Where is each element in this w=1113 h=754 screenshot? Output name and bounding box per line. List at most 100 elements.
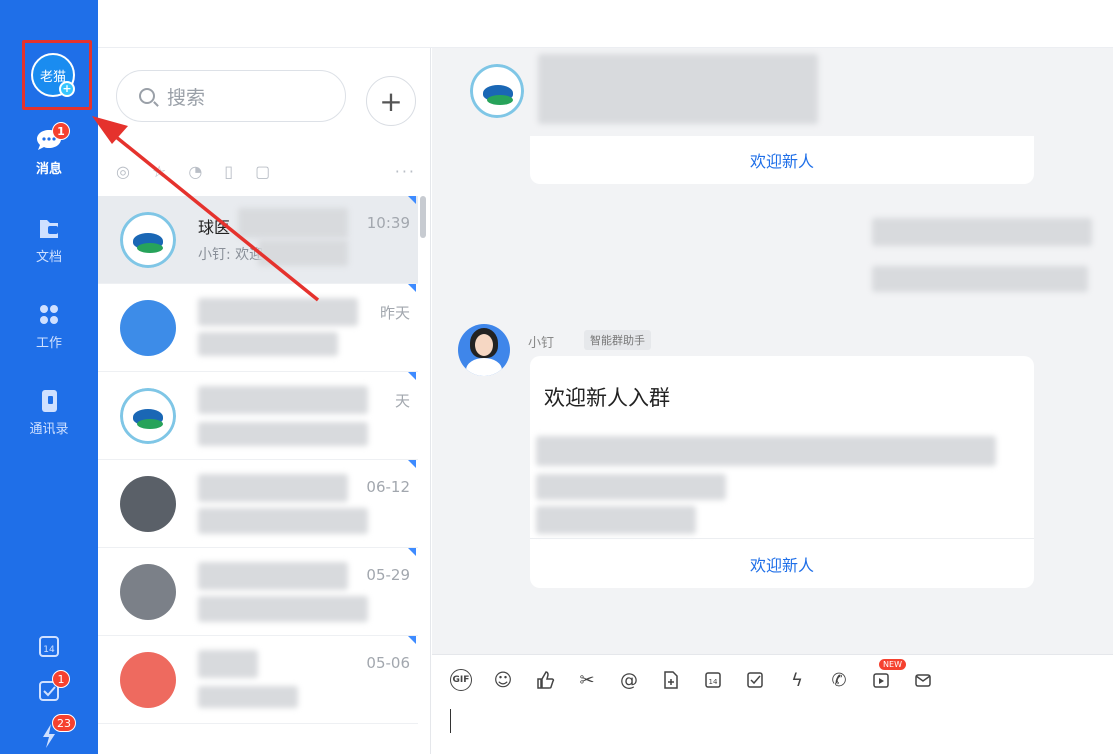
- conversation-time: 10:39: [366, 214, 410, 232]
- blur-mask: [198, 650, 258, 678]
- blur-mask: [238, 208, 348, 238]
- rail-todo[interactable]: 1: [0, 670, 98, 708]
- list-scrollbar[interactable]: [420, 196, 426, 238]
- blur-mask: [536, 474, 726, 500]
- card-title: 欢迎新人入群: [544, 386, 670, 410]
- conversation-avatar: [120, 564, 176, 620]
- lightning-icon[interactable]: ϟ: [784, 667, 810, 693]
- rail-calendar[interactable]: 14: [0, 634, 98, 664]
- blur-mask: [538, 54, 818, 124]
- gif-label: GIF: [450, 669, 472, 691]
- unread-corner-icon: [408, 460, 416, 468]
- conversation-item[interactable]: 05-29: [98, 548, 418, 636]
- welcome-button[interactable]: 欢迎新人: [750, 148, 814, 172]
- calendar-14-day: 14: [709, 678, 718, 686]
- file-filter-icon[interactable]: ▢: [255, 162, 270, 181]
- blur-mask: [258, 240, 348, 266]
- grid-apps-icon: [34, 302, 64, 328]
- rail-label: 消息: [35, 162, 62, 177]
- bot-avatar[interactable]: [458, 324, 510, 376]
- thumbs-up-icon[interactable]: [532, 667, 558, 693]
- conversation-avatar: [120, 300, 176, 356]
- top-bar: [98, 0, 1113, 48]
- at-filter-icon[interactable]: ◎: [116, 162, 130, 181]
- conversation-preview: 小钉: 欢迎: [198, 247, 264, 263]
- search-placeholder: 搜索: [167, 86, 206, 109]
- clock-filter-icon[interactable]: ◔: [188, 162, 202, 181]
- emoji-icon[interactable]: ☺: [490, 667, 516, 693]
- conversation-item[interactable]: 天: [98, 372, 418, 460]
- checkbox-icon[interactable]: [742, 667, 768, 693]
- rail-item-work[interactable]: 工作: [0, 302, 98, 351]
- blur-mask: [198, 332, 338, 356]
- message-composer: GIF ☺ ✂ @ 14 ϟ ✆ NEW: [432, 654, 1113, 754]
- calendar-day: 14: [43, 645, 55, 655]
- welcome-card-footer: 欢迎新人: [530, 538, 1034, 588]
- conversation-item[interactable]: 昨天: [98, 284, 418, 372]
- blur-mask: [198, 508, 368, 534]
- rail-item-docs[interactable]: 文档: [0, 216, 98, 265]
- conversation-time: 天: [394, 392, 410, 410]
- gif-icon[interactable]: GIF: [448, 667, 474, 693]
- welcome-button[interactable]: 欢迎新人: [750, 552, 814, 576]
- chat-bubble-icon: 1: [34, 122, 70, 154]
- todo-badge: 1: [52, 670, 70, 688]
- blur-mask: [198, 386, 368, 414]
- conversation-time: 05-29: [366, 566, 410, 584]
- blur-mask: [198, 298, 358, 326]
- blur-mask: [872, 218, 1092, 246]
- conversation-time: 昨天: [379, 304, 410, 322]
- welcome-card-top: 欢迎新人: [530, 136, 1034, 184]
- file-add-icon[interactable]: [658, 667, 684, 693]
- mail-icon[interactable]: [910, 667, 936, 693]
- conversation-time: 06-12: [366, 478, 410, 496]
- star-filter-icon[interactable]: ☆: [152, 162, 166, 181]
- my-avatar[interactable]: 老猫 +: [31, 53, 75, 97]
- phone-call-icon[interactable]: ✆: [826, 667, 852, 693]
- group-avatar: [470, 64, 524, 118]
- conversation-title: 球医: [198, 218, 231, 237]
- video-new-icon[interactable]: NEW: [868, 659, 906, 693]
- left-rail: 老猫 + 1 消息 文档 工作 通讯录 14 1 23: [0, 0, 98, 754]
- contacts-book-icon: [34, 388, 64, 414]
- blur-mask: [198, 596, 368, 622]
- text-input-caret[interactable]: [450, 709, 451, 733]
- more-icon[interactable]: ···: [395, 162, 416, 181]
- doc-filter-icon[interactable]: ▯: [224, 162, 233, 181]
- rail-item-messages[interactable]: 1 消息: [0, 122, 98, 177]
- composer-toolbar: GIF ☺ ✂ @ 14 ϟ ✆ NEW: [448, 659, 936, 693]
- search-box[interactable]: 搜索: [116, 70, 346, 122]
- blur-mask: [536, 506, 696, 534]
- group-avatar: [120, 212, 176, 268]
- blur-mask: [198, 474, 348, 502]
- highlight-box: 老猫 +: [22, 40, 92, 110]
- blur-mask: [872, 266, 1088, 292]
- unread-corner-icon: [408, 548, 416, 556]
- blur-mask: [536, 436, 996, 466]
- at-icon[interactable]: @: [616, 667, 642, 693]
- welcome-card: 欢迎新人入群 欢迎新人: [530, 356, 1034, 588]
- sender-tag: 智能群助手: [584, 330, 651, 350]
- create-button[interactable]: +: [366, 76, 416, 126]
- group-avatar: [120, 388, 176, 444]
- blur-mask: [198, 422, 368, 446]
- conversation-time: 05-06: [366, 654, 410, 672]
- ding-badge: 23: [52, 714, 76, 732]
- unread-corner-icon: [408, 636, 416, 644]
- unread-corner-icon: [408, 284, 416, 292]
- scissors-icon[interactable]: ✂: [574, 667, 600, 693]
- conversation-avatar: [120, 476, 176, 532]
- calendar-icon: 14: [34, 634, 64, 660]
- conversation-item[interactable]: 05-06: [98, 636, 418, 724]
- conversation-item[interactable]: 球医 小钉: 欢迎 10:39: [98, 196, 418, 284]
- add-status-icon: +: [59, 81, 75, 97]
- conversation-item[interactable]: 06-12: [98, 460, 418, 548]
- rail-label: 文档: [35, 250, 62, 265]
- chat-panel: 欢迎新人 小钉 智能群助手 欢迎新人入群 欢迎新人: [432, 48, 1113, 654]
- rail-ding[interactable]: 23: [0, 714, 98, 752]
- new-badge: NEW: [879, 659, 906, 670]
- calendar-14-icon[interactable]: 14: [700, 667, 726, 693]
- lightning-icon: 23: [34, 714, 76, 748]
- blur-mask: [198, 686, 298, 708]
- rail-item-contacts[interactable]: 通讯录: [0, 388, 98, 437]
